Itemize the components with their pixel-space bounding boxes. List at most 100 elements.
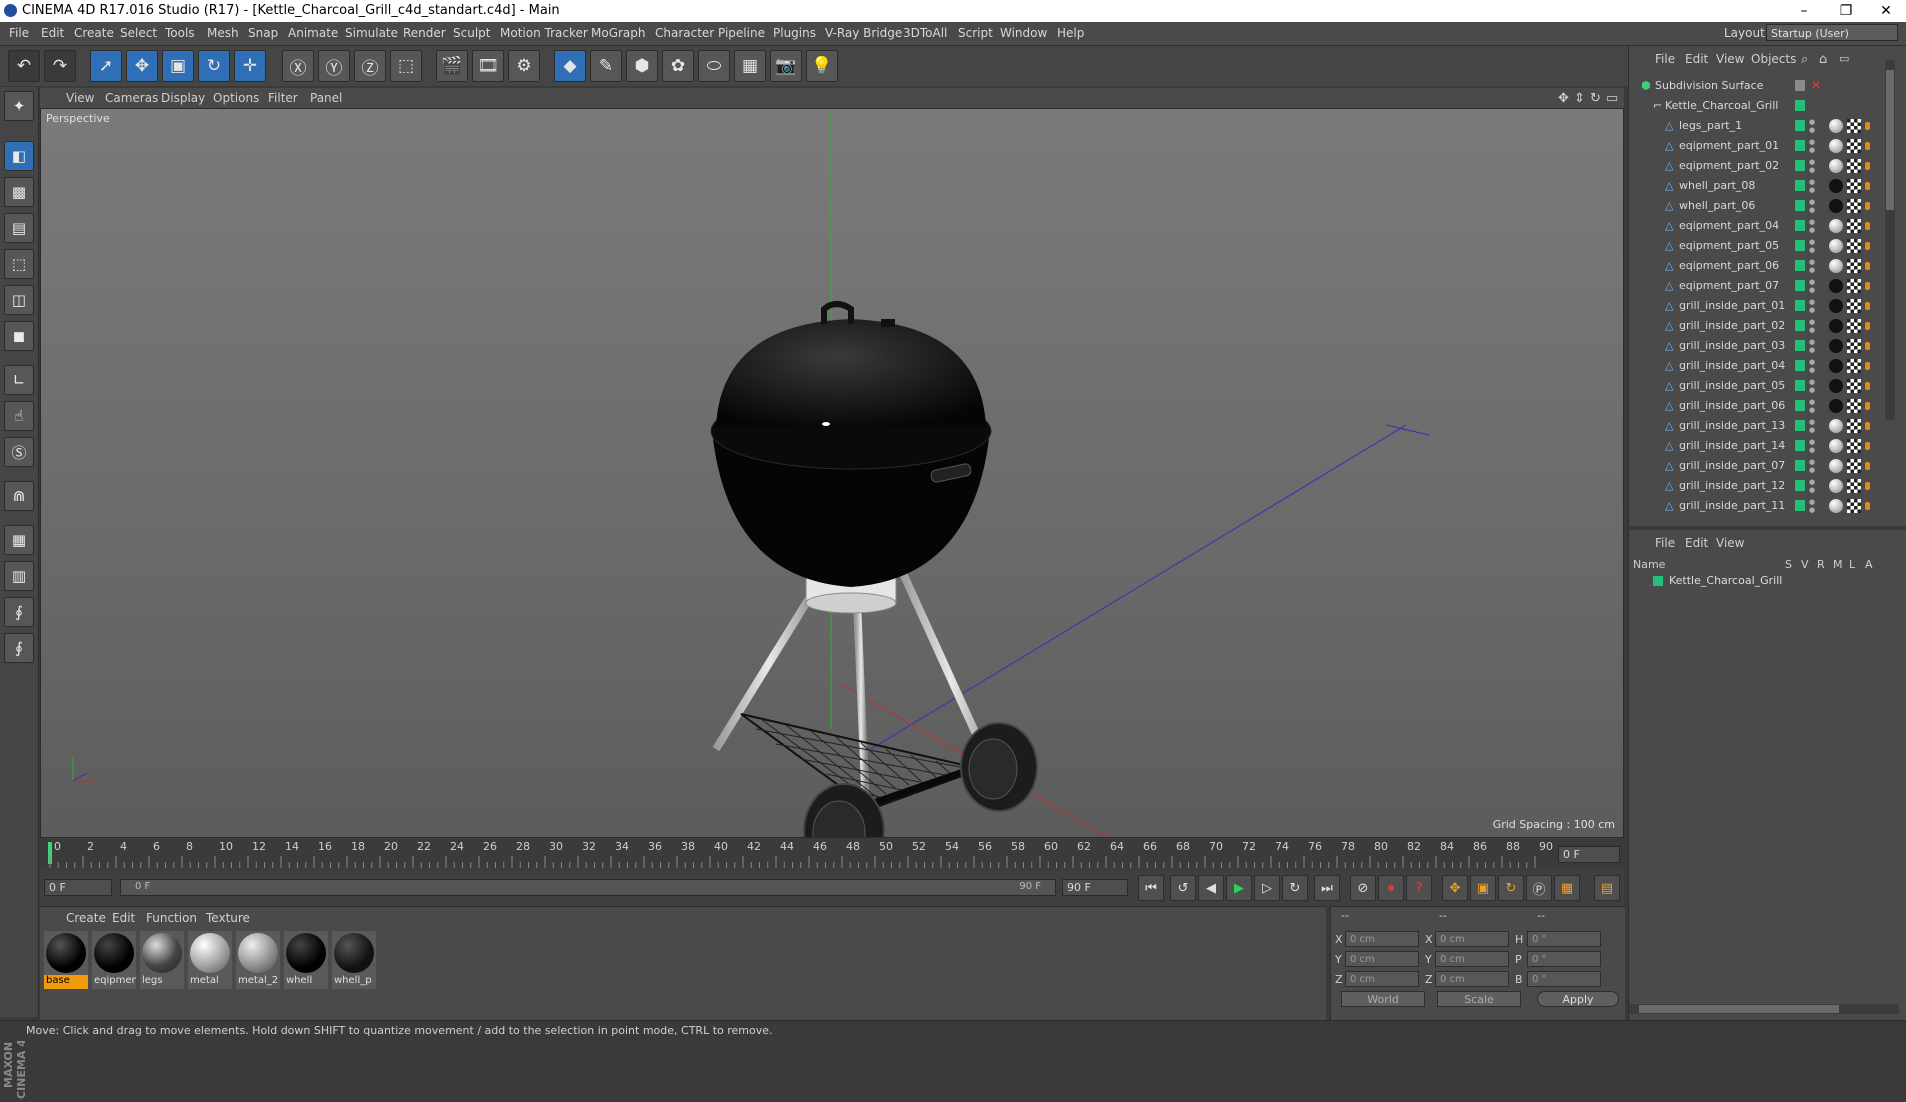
move-tool-icon[interactable]: ✥: [126, 50, 158, 82]
phong-tag-icon[interactable]: [1865, 242, 1870, 250]
polygons-mode-icon[interactable]: ◼: [4, 321, 34, 351]
attr-scrollbar[interactable]: [1629, 1004, 1899, 1014]
object-row[interactable]: △ grill_inside_part_11 ● ●: [1629, 496, 1883, 516]
object-row[interactable]: △ eqipment_part_06 ● ●: [1629, 256, 1883, 276]
editor-render-dots[interactable]: ● ●: [1809, 218, 1815, 234]
material-swatch[interactable]: eqipment: [92, 931, 136, 989]
uvw-tag-icon[interactable]: [1847, 359, 1861, 373]
editor-render-dots[interactable]: ● ●: [1809, 158, 1815, 174]
uvw-tag-icon[interactable]: [1847, 319, 1861, 333]
object-row[interactable]: △ grill_inside_part_06 ● ●: [1629, 396, 1883, 416]
visibility-toggle[interactable]: [1795, 340, 1805, 351]
editor-render-dots[interactable]: ● ●: [1809, 378, 1815, 394]
phong-tag-icon[interactable]: [1865, 302, 1870, 310]
material-tag-icon[interactable]: [1829, 179, 1843, 193]
visibility-toggle[interactable]: [1795, 360, 1805, 371]
object-row[interactable]: △ grill_inside_part_02 ● ●: [1629, 316, 1883, 336]
axis-mode-icon[interactable]: ∟: [4, 365, 34, 395]
visibility-toggle[interactable]: [1795, 180, 1805, 191]
size-field[interactable]: 0 cm: [1435, 951, 1509, 967]
attr-menu-edit[interactable]: Edit: [1685, 536, 1708, 550]
material-tag-icon[interactable]: [1829, 139, 1843, 153]
phong-tag-icon[interactable]: [1865, 202, 1870, 210]
material-tag-icon[interactable]: [1829, 279, 1843, 293]
python-script-icon[interactable]: ∮: [4, 597, 34, 627]
previous-frame-icon[interactable]: ◀: [1198, 875, 1224, 901]
menu-simulate[interactable]: Simulate: [345, 26, 398, 40]
editor-render-dots[interactable]: ● ●: [1809, 478, 1815, 494]
editor-render-dots[interactable]: ● ●: [1809, 298, 1815, 314]
editor-render-dots[interactable]: ● ●: [1809, 338, 1815, 354]
close-button[interactable]: ✕: [1866, 0, 1906, 22]
material-tag-icon[interactable]: [1829, 319, 1843, 333]
uvw-tag-icon[interactable]: [1847, 379, 1861, 393]
objects-menu-file[interactable]: File: [1655, 52, 1675, 66]
objects-home-icon[interactable]: ⌂: [1819, 52, 1827, 67]
object-row[interactable]: △ eqipment_part_05 ● ●: [1629, 236, 1883, 256]
viewport-menu-cameras[interactable]: Cameras: [105, 91, 158, 105]
position-field[interactable]: 0 cm: [1345, 951, 1419, 967]
visibility-toggle[interactable]: [1795, 240, 1805, 251]
phong-tag-icon[interactable]: [1865, 402, 1870, 410]
visibility-toggle[interactable]: [1795, 480, 1805, 491]
editor-render-dots[interactable]: ● ●: [1809, 358, 1815, 374]
visibility-toggle[interactable]: [1795, 500, 1805, 511]
menu-character[interactable]: Character: [655, 26, 714, 40]
objects-scrollbar[interactable]: [1885, 60, 1895, 420]
object-row[interactable]: △ eqipment_part_02 ● ●: [1629, 156, 1883, 176]
material-swatch[interactable]: whell_p: [332, 931, 376, 989]
menu-plugins[interactable]: Plugins: [773, 26, 816, 40]
material-tag-icon[interactable]: [1829, 419, 1843, 433]
rotation-field[interactable]: 0 °: [1527, 931, 1601, 947]
visibility-toggle[interactable]: [1795, 380, 1805, 391]
object-row[interactable]: △ grill_inside_part_14 ● ●: [1629, 436, 1883, 456]
workplane-lock-icon[interactable]: ▦: [4, 525, 34, 555]
workplane-grid-icon[interactable]: ▥: [4, 561, 34, 591]
select-arrow-icon[interactable]: ➚: [90, 50, 122, 82]
uvw-tag-icon[interactable]: [1847, 219, 1861, 233]
viewport-zoom-icon[interactable]: ⇕: [1574, 91, 1585, 106]
menu-tools[interactable]: Tools: [165, 26, 195, 40]
y-axis-lock-icon[interactable]: Ⓨ: [318, 50, 350, 82]
object-row[interactable]: △ grill_inside_part_05 ● ●: [1629, 376, 1883, 396]
key-parameter-icon[interactable]: Ⓟ: [1526, 875, 1552, 901]
make-editable-icon[interactable]: ✦: [4, 91, 34, 121]
position-field[interactable]: 0 cm: [1345, 931, 1419, 947]
3d-viewport[interactable]: Perspective Grid Spacing: 100 cm: [40, 108, 1624, 838]
menu-file[interactable]: File: [9, 26, 29, 40]
model-mode-icon[interactable]: ◧: [4, 141, 34, 171]
phong-tag-icon[interactable]: [1865, 342, 1870, 350]
visibility-toggle[interactable]: [1795, 460, 1805, 471]
start-frame-field[interactable]: 0 F: [44, 879, 112, 896]
key-rotation-icon[interactable]: ↻: [1498, 875, 1524, 901]
current-frame-field[interactable]: 0 F: [1558, 846, 1620, 863]
editor-render-dots[interactable]: ● ●: [1809, 238, 1815, 254]
apply-button[interactable]: Apply: [1537, 991, 1619, 1007]
menu-render[interactable]: Render: [403, 26, 446, 40]
visibility-toggle[interactable]: [1795, 260, 1805, 271]
menu-mesh[interactable]: Mesh: [207, 26, 239, 40]
menu-mograph[interactable]: MoGraph: [591, 26, 646, 40]
objects-search-icon[interactable]: ⌕: [1801, 52, 1808, 67]
material-swatch[interactable]: whell: [284, 931, 328, 989]
attr-menu-view[interactable]: View: [1716, 536, 1744, 550]
material-swatch[interactable]: base: [44, 931, 88, 989]
object-row[interactable]: △ whell_part_08 ● ●: [1629, 176, 1883, 196]
phong-tag-icon[interactable]: [1865, 482, 1870, 490]
phong-tag-icon[interactable]: [1865, 282, 1870, 290]
end-frame-field[interactable]: 90 F: [1062, 879, 1128, 896]
material-tag-icon[interactable]: [1829, 479, 1843, 493]
object-row-kettle-charcoal-grill[interactable]: ⌐ Kettle_Charcoal_Grill: [1629, 96, 1883, 116]
material-menu-texture[interactable]: Texture: [206, 911, 250, 925]
phong-tag-icon[interactable]: [1865, 362, 1870, 370]
viewport-menu-view[interactable]: View: [66, 91, 94, 105]
object-row[interactable]: △ grill_inside_part_04 ● ●: [1629, 356, 1883, 376]
keyframe-selection-icon[interactable]: ?: [1406, 875, 1432, 901]
object-row[interactable]: △ legs_part_1 ● ●: [1629, 116, 1883, 136]
object-row[interactable]: △ eqipment_part_07 ● ●: [1629, 276, 1883, 296]
phong-tag-icon[interactable]: [1865, 422, 1870, 430]
editor-render-dots[interactable]: ● ●: [1809, 138, 1815, 154]
maximize-button[interactable]: ❐: [1826, 0, 1866, 22]
menu-vray-bridge[interactable]: V-Ray Bridge: [825, 26, 902, 40]
menu-animate[interactable]: Animate: [288, 26, 338, 40]
